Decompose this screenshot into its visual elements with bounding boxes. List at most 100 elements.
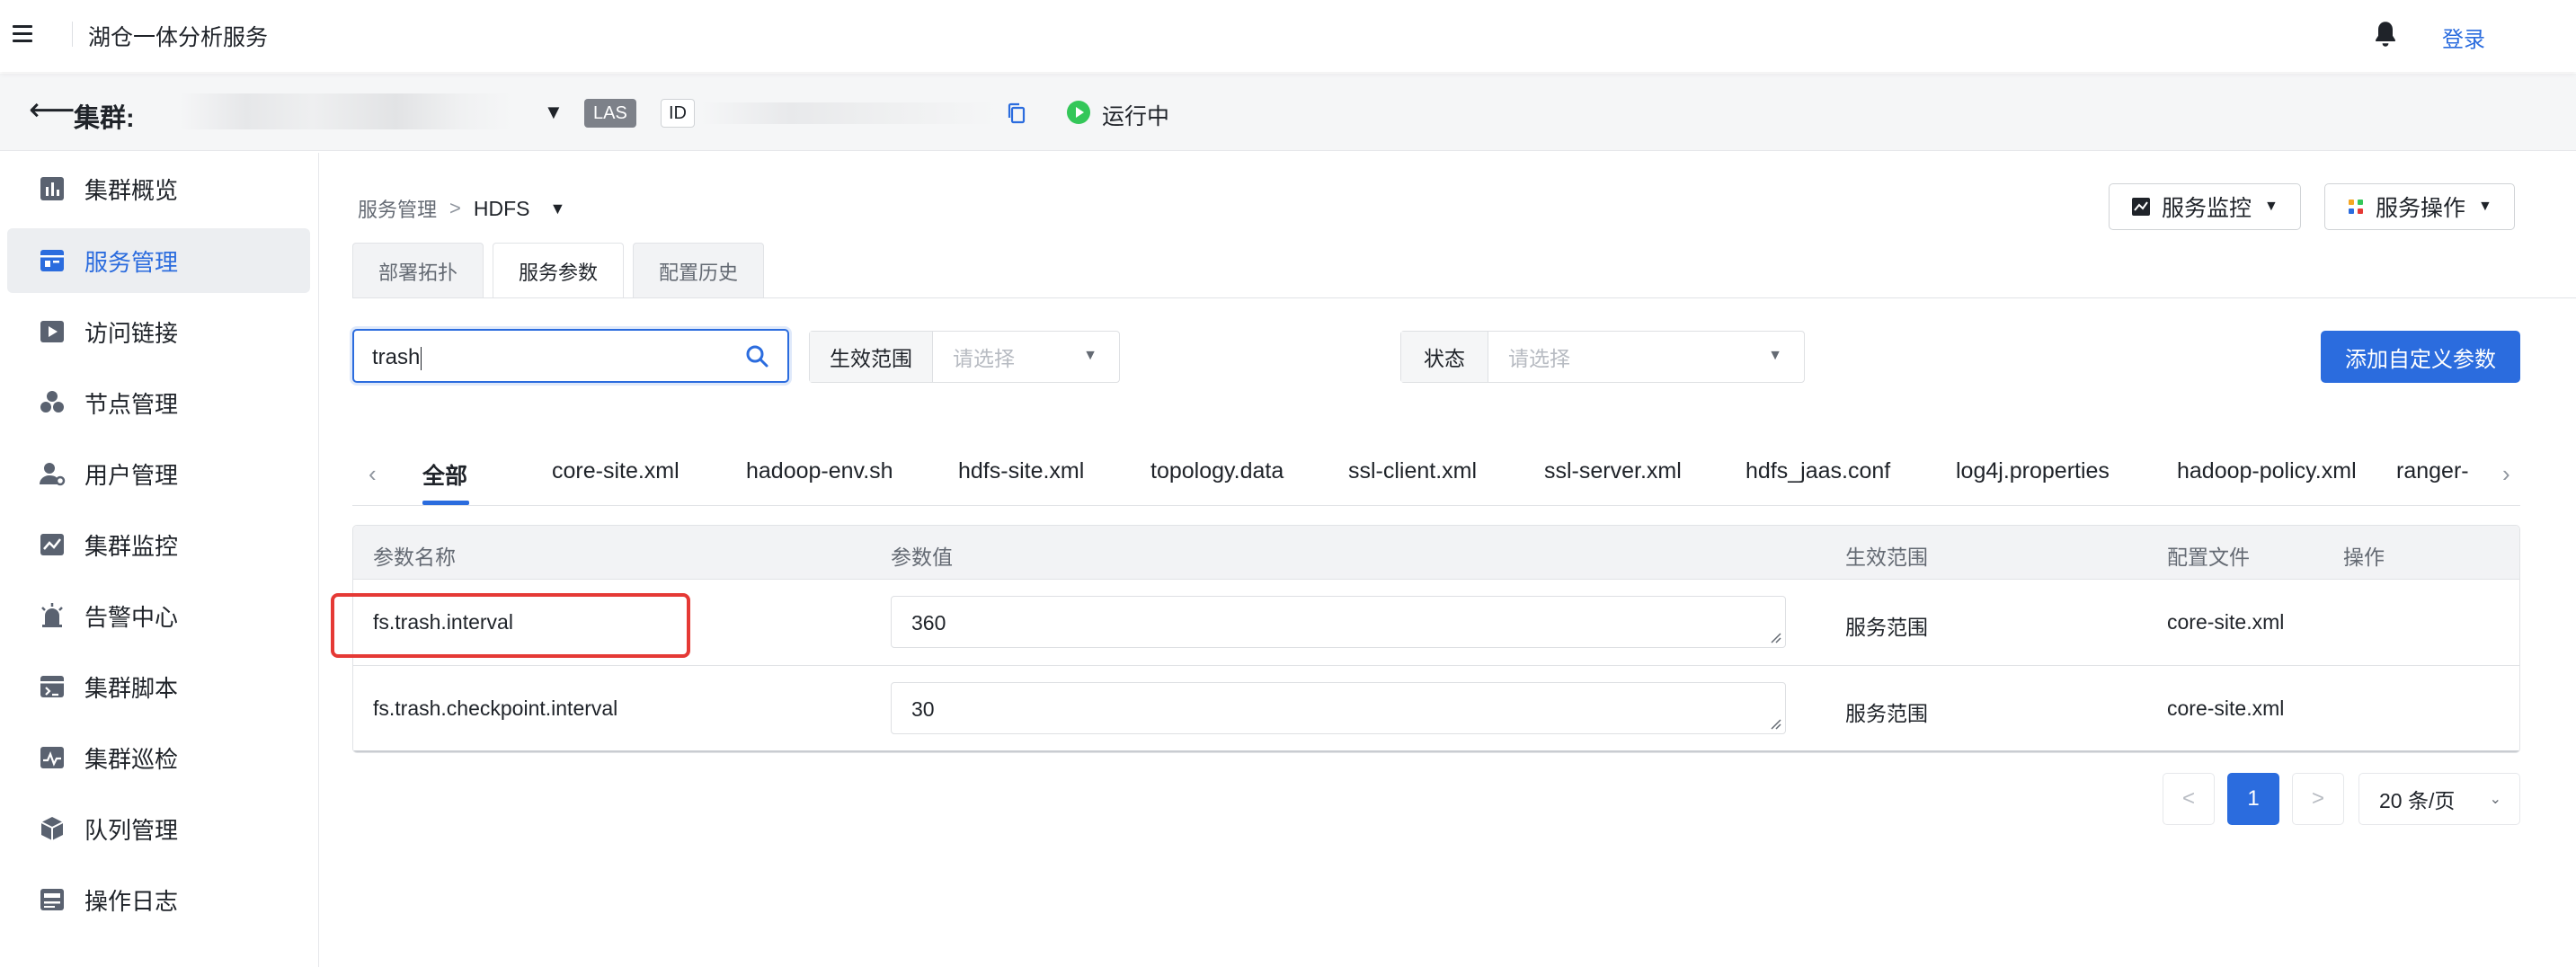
- link-play-icon: [40, 321, 64, 342]
- running-status-icon: [1067, 101, 1090, 124]
- breadcrumb-current: HDFS: [473, 196, 530, 220]
- add-custom-param-button[interactable]: 添加自定义参数: [2321, 331, 2520, 383]
- service-switch-caret-icon[interactable]: ▼: [550, 200, 566, 218]
- file-tab[interactable]: core-site.xml: [552, 458, 680, 484]
- sidebar: 集群概览 服务管理 访问链接 节点管理 用户管理 集群监控 告警中心 集群脚本 …: [0, 153, 319, 967]
- monitor-chart-icon: [40, 534, 64, 555]
- file-tab[interactable]: hdfs-site.xml: [958, 458, 1084, 484]
- queue-cube-icon: [40, 817, 64, 840]
- param-value: 360: [911, 611, 946, 634]
- copy-icon[interactable]: [1007, 102, 1026, 124]
- search-input[interactable]: trash: [352, 329, 789, 383]
- sidebar-item-nodes[interactable]: 节点管理: [7, 370, 310, 435]
- divider: [72, 22, 73, 47]
- file-tab[interactable]: topology.data: [1150, 458, 1284, 484]
- scope-filter[interactable]: 生效范围 请选择 ▼: [809, 331, 1120, 383]
- file-tab[interactable]: ssl-client.xml: [1348, 458, 1477, 484]
- chevron-down-icon: ▼: [2478, 199, 2492, 214]
- chevron-down-icon: ⌄: [2489, 792, 2501, 807]
- sidebar-item-label: 集群脚本: [84, 674, 179, 702]
- status-select[interactable]: 请选择 ▼: [1488, 332, 1804, 382]
- prev-page-button[interactable]: <: [2163, 773, 2215, 825]
- sidebar-item-label: 集群巡检: [84, 745, 179, 773]
- file-tab-all[interactable]: 全部: [422, 458, 467, 491]
- sidebar-item-label: 队列管理: [84, 816, 179, 844]
- nodes-icon: [40, 391, 64, 413]
- param-file: core-site.xml: [2167, 696, 2285, 720]
- param-name: fs.trash.checkpoint.interval: [373, 696, 618, 720]
- config-file-tabs: ‹ 全部 core-site.xml hadoop-env.sh hdfs-si…: [352, 451, 2520, 505]
- log-icon: [40, 889, 64, 910]
- sidebar-item-label: 服务管理: [84, 248, 179, 276]
- sidebar-item-logs[interactable]: 操作日志: [7, 867, 310, 932]
- column-header: 配置文件: [2167, 546, 2250, 569]
- tab-topology[interactable]: 部署拓扑: [352, 243, 484, 298]
- cluster-switch-caret-icon[interactable]: ▼: [544, 101, 564, 124]
- param-value-input[interactable]: 360: [891, 596, 1786, 648]
- sidebar-item-users[interactable]: 用户管理: [7, 441, 310, 506]
- breadcrumb: 服务管理 > HDFS ▼: [358, 194, 565, 223]
- chevron-down-icon: ▼: [1768, 348, 1782, 363]
- menu-icon[interactable]: [13, 25, 32, 42]
- cluster-label: 集群:: [74, 104, 135, 133]
- file-tab[interactable]: ssl-server.xml: [1544, 458, 1682, 484]
- bar-chart-icon: [40, 177, 64, 200]
- next-page-button[interactable]: >: [2292, 773, 2344, 825]
- sidebar-item-label: 集群监控: [84, 532, 179, 560]
- sidebar-item-queue[interactable]: 队列管理: [7, 796, 310, 861]
- service-monitor-button[interactable]: 服务监控 ▼: [2109, 183, 2301, 230]
- status-placeholder: 请选择: [1508, 347, 1570, 370]
- alarm-icon: [41, 603, 63, 627]
- tab-config-history[interactable]: 配置历史: [633, 243, 765, 298]
- resize-handle-icon[interactable]: [1769, 717, 1781, 730]
- file-tab[interactable]: ranger-: [2396, 458, 2469, 484]
- chevron-right-icon[interactable]: ›: [2502, 460, 2510, 488]
- top-bar: 湖仓一体分析服务 登录: [0, 0, 2576, 72]
- sidebar-item-overview[interactable]: 集群概览: [7, 156, 310, 221]
- page-1-button[interactable]: 1: [2227, 773, 2279, 825]
- file-tab[interactable]: hadoop-policy.xml: [2177, 458, 2357, 484]
- id-tag: ID: [661, 99, 695, 128]
- sidebar-item-service[interactable]: 服务管理: [7, 228, 310, 293]
- back-arrow-icon[interactable]: ⟵: [29, 93, 76, 126]
- file-tab[interactable]: hadoop-env.sh: [746, 458, 893, 484]
- param-value: 30: [911, 697, 935, 721]
- engine-tag: LAS: [584, 99, 636, 128]
- divider: [352, 505, 2520, 506]
- chevron-down-icon: ▼: [1083, 348, 1097, 363]
- column-header: 生效范围: [1845, 546, 1928, 569]
- text-cursor: [421, 346, 422, 370]
- sidebar-item-label: 操作日志: [84, 887, 179, 915]
- column-header: 操作: [2343, 546, 2385, 569]
- script-icon: [40, 676, 64, 697]
- param-file: core-site.xml: [2167, 610, 2285, 634]
- file-tab[interactable]: hdfs_jaas.conf: [1745, 458, 1890, 484]
- service-operate-label: 服务操作: [2376, 196, 2466, 221]
- sidebar-item-scripts[interactable]: 集群脚本: [7, 654, 310, 719]
- resize-handle-icon[interactable]: [1769, 631, 1781, 643]
- tab-service-params[interactable]: 服务参数: [493, 243, 625, 298]
- file-tab[interactable]: log4j.properties: [1956, 458, 2110, 484]
- user-settings-icon: [40, 463, 66, 486]
- sidebar-item-alarm[interactable]: 告警中心: [7, 583, 310, 648]
- breadcrumb-parent[interactable]: 服务管理: [358, 194, 437, 223]
- param-value-input[interactable]: 30: [891, 682, 1786, 734]
- scope-select[interactable]: 请选择 ▼: [933, 332, 1119, 382]
- sidebar-item-access-link[interactable]: 访问链接: [7, 299, 310, 364]
- status-filter[interactable]: 状态 请选择 ▼: [1400, 331, 1805, 383]
- tab-bar: 部署拓扑 服务参数 配置历史: [352, 243, 773, 298]
- search-value: trash: [372, 345, 421, 369]
- service-operate-button[interactable]: 服务操作 ▼: [2324, 183, 2515, 230]
- cluster-status: 运行中: [1102, 104, 1170, 129]
- chevron-left-icon[interactable]: ‹: [369, 460, 377, 488]
- sidebar-item-monitor[interactable]: 集群监控: [7, 512, 310, 577]
- search-icon[interactable]: [744, 343, 769, 368]
- login-link[interactable]: 登录: [2442, 22, 2485, 53]
- main-content: 服务管理 > HDFS ▼ 服务监控 ▼ 服务操作 ▼ 部署拓扑 服务参数 配置…: [320, 153, 2576, 967]
- sidebar-item-inspection[interactable]: 集群巡检: [7, 725, 310, 790]
- cluster-id-redacted: [701, 102, 998, 124]
- bell-icon[interactable]: [2373, 20, 2398, 49]
- page-size-value: 20 条/页: [2379, 789, 2456, 812]
- column-header: 参数名称: [373, 546, 456, 569]
- page-size-select[interactable]: 20 条/页 ⌄: [2358, 773, 2520, 825]
